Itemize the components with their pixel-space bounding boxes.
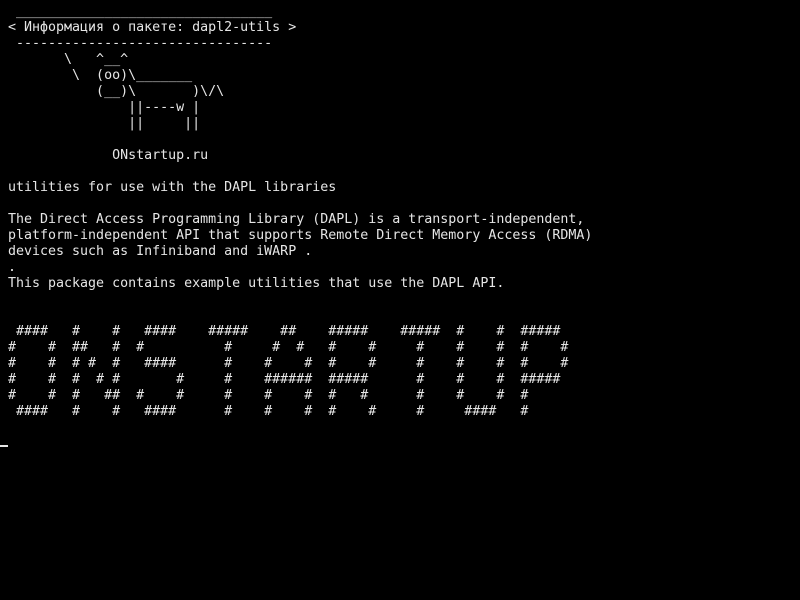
package-summary: utilities for use with the DAPL librarie…	[8, 180, 337, 195]
cow-art-line: ||----w |	[8, 100, 201, 115]
banner-line: #### # # #### # # # # # # #### #	[8, 404, 529, 419]
description-line: The Direct Access Programming Library (D…	[8, 212, 585, 227]
terminal-window[interactable]: ________________________________ < Информ…	[0, 0, 800, 600]
package-note: This package contains example utilities …	[8, 276, 505, 291]
description-line: devices such as Infiniband and iWARP .	[8, 244, 313, 259]
description-line: platform-independent API that supports R…	[8, 228, 593, 243]
site-name: ONstartup.ru	[8, 148, 209, 163]
cowsay-border-bottom: --------------------------------	[8, 36, 273, 51]
banner-line: # # # # # # # ###### ##### # # # #####	[8, 372, 561, 387]
banner-line: # # # ## # # # # # # # # # # #	[8, 388, 529, 403]
banner-line: # # # # # #### # # # # # # # # # #	[8, 356, 569, 371]
cow-art-line: \ ^__^	[8, 52, 129, 67]
cow-art-line: (__)\ )\/\	[8, 84, 225, 99]
text-cursor	[0, 445, 8, 447]
banner-line: # # ## # # # # # # # # # # # #	[8, 340, 569, 355]
cow-art-line: || ||	[8, 116, 201, 131]
cowsay-message: < Информация о пакете: dapl2-utils >	[8, 20, 297, 35]
banner-line: #### # # #### ##### ## ##### ##### # # #…	[8, 324, 561, 339]
cow-art-line: \ (oo)\_______	[8, 68, 193, 83]
description-separator: .	[8, 260, 17, 275]
cowsay-output: ________________________________ < Информ…	[8, 4, 800, 420]
cowsay-border-top: ________________________________	[8, 4, 273, 19]
